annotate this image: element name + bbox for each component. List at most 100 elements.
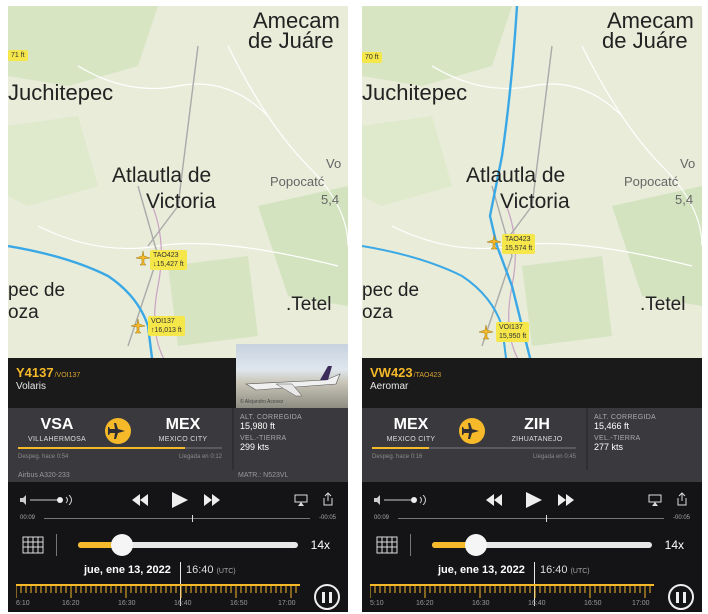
altitude-value: 15,980 ft bbox=[240, 421, 276, 431]
plane-label-tao423[interactable]: TAO423 ↓15,427 ft bbox=[150, 250, 187, 270]
airplane-icon bbox=[459, 418, 485, 444]
arrival-time: Llegada en 0:45 bbox=[532, 454, 576, 460]
airplane-icon[interactable] bbox=[478, 324, 494, 340]
share-icon[interactable] bbox=[676, 492, 688, 506]
flight-map[interactable]: Amecam de Juáre Juchitepec Atlautla de V… bbox=[8, 6, 348, 366]
aircraft-photo[interactable]: © Alejandro Acevez bbox=[236, 344, 348, 408]
map-label-victoria: Victoria bbox=[146, 190, 216, 213]
timeline[interactable]: 5:10 16:20 16:30 16:40 16:50 17:00 bbox=[370, 582, 654, 610]
rewind-icon[interactable] bbox=[132, 494, 148, 506]
callsign-bar[interactable]: VW423/TAO423 Aeromar bbox=[362, 358, 702, 408]
map-label-juchitepec: Juchitepec bbox=[362, 80, 468, 105]
timeline-tick-label: 6:10 bbox=[16, 600, 30, 607]
speed-row: 14x bbox=[18, 532, 338, 560]
rewind-icon[interactable] bbox=[486, 494, 502, 506]
speed-multiplier: 14x bbox=[310, 538, 330, 552]
altitude-label: ALT. CORREGIDA bbox=[240, 414, 303, 421]
edge-plane-tag[interactable]: 70 ft bbox=[362, 52, 382, 63]
plane-label-voi137[interactable]: VOI137 15,950 ft bbox=[496, 322, 530, 342]
date-row: jue, ene 13, 2022 16:40 (UTC) bbox=[8, 564, 348, 580]
map-label-popocatepetl: Popocatć bbox=[624, 174, 679, 189]
flight-progress-fill bbox=[18, 447, 186, 449]
aircraft-info-row[interactable]: Airbus A320-233 MATR.: N523VL bbox=[8, 470, 348, 482]
airplane-icon[interactable] bbox=[486, 234, 502, 250]
speed-slider-knob[interactable] bbox=[465, 534, 487, 556]
speed-slider-knob[interactable] bbox=[111, 534, 133, 556]
elapsed-time: 00:09 bbox=[20, 515, 36, 521]
map-label-pec: pec de bbox=[362, 280, 420, 301]
pause-icon bbox=[676, 592, 679, 603]
remaining-time: -00:05 bbox=[318, 515, 336, 521]
playback-time: 16:40 (UTC) bbox=[540, 564, 590, 576]
grid-icon[interactable] bbox=[22, 536, 44, 554]
departed-time: Despeg. hace 0:16 bbox=[372, 454, 423, 460]
volume-slider[interactable] bbox=[374, 495, 434, 505]
fast-forward-icon[interactable] bbox=[204, 494, 220, 506]
timeline-tick-label: 17:00 bbox=[278, 600, 296, 607]
timeline-ticks bbox=[370, 586, 651, 598]
edge-plane-tag[interactable]: 71 ft bbox=[8, 50, 28, 61]
fast-forward-icon[interactable] bbox=[558, 494, 574, 506]
flight-progress-fill bbox=[372, 447, 430, 449]
time-scrubber[interactable]: 00:09 -00:05 bbox=[374, 515, 690, 527]
map-label-juarez: de Juáre bbox=[602, 28, 688, 53]
aircraft-info-row[interactable] bbox=[362, 470, 702, 482]
pause-icon bbox=[683, 592, 686, 603]
playback-controls: 00:09 -00:05 14x jue, ene 13, 2022 16:40… bbox=[362, 482, 702, 612]
origin-airport: MEX MEXICO CITY bbox=[386, 416, 436, 443]
destination-airport: ZIH ZIHUATANEJO bbox=[511, 416, 563, 443]
flight-panel: Y4137/VOI137 Volaris © Alejandro Acevez … bbox=[8, 344, 348, 612]
airplane-icon[interactable] bbox=[130, 318, 146, 334]
speed-row: 14x bbox=[372, 532, 692, 560]
remaining-time: -00:05 bbox=[672, 515, 690, 521]
callsign: VW423/TAO423 bbox=[370, 365, 442, 380]
time-scrubber[interactable]: 00:09 -00:05 bbox=[20, 515, 336, 527]
play-icon[interactable] bbox=[172, 492, 188, 508]
plane-label-voi137[interactable]: VOI137 ↑16,013 ft bbox=[148, 316, 185, 336]
timeline-tick-label: 16:40 bbox=[528, 600, 546, 607]
grid-icon[interactable] bbox=[376, 536, 398, 554]
timeline-tick-label: 16:50 bbox=[230, 600, 248, 607]
scrubber-marker bbox=[546, 515, 547, 522]
origin-airport: VSA VILLAHERMOSA bbox=[27, 416, 87, 443]
flight-stats[interactable]: ALT. CORREGIDA 15,466 ft VEL.-TIERRA 277… bbox=[588, 408, 702, 470]
destination-airport: MEX MEXICO CITY bbox=[158, 416, 208, 443]
share-icon[interactable] bbox=[322, 492, 334, 506]
map-label-oza: oza bbox=[362, 302, 393, 323]
map-label-elevation: 5,4 bbox=[675, 192, 694, 207]
route-info[interactable]: MEX MEXICO CITY ZIH ZIHUATANEJO Despeg. … bbox=[362, 408, 586, 470]
phone-screenshot-left: Amecam de Juáre Juchitepec Atlautla de V… bbox=[8, 6, 348, 612]
play-icon[interactable] bbox=[526, 492, 542, 508]
scrubber-track bbox=[44, 518, 310, 519]
speed-value: 299 kts bbox=[240, 442, 270, 452]
timeline-ticks bbox=[16, 586, 297, 598]
timeline-tick-label: 5:10 bbox=[370, 600, 384, 607]
flight-stats[interactable]: ALT. CORREGIDA 15,980 ft VEL.-TIERRA 299… bbox=[234, 408, 348, 470]
airline-name: Aeromar bbox=[370, 381, 409, 392]
elapsed-time: 00:09 bbox=[374, 515, 390, 521]
altitude-label: ALT. CORREGIDA bbox=[594, 414, 657, 421]
airplay-icon[interactable] bbox=[294, 494, 308, 506]
airplay-icon[interactable] bbox=[648, 494, 662, 506]
playback-time: 16:40 (UTC) bbox=[186, 564, 236, 576]
phone-screenshot-right: Amecam de Juáre Juchitepec Atlautla de V… bbox=[362, 6, 702, 612]
timeline[interactable]: 6:10 16:20 16:30 16:40 16:50 17:00 bbox=[16, 582, 300, 610]
route-info[interactable]: VSA VILLAHERMOSA MEX MEXICO CITY Despeg.… bbox=[8, 408, 232, 470]
callsign-bar[interactable]: Y4137/VOI137 Volaris © Alejandro Acevez bbox=[8, 344, 348, 408]
timeline-tick-label: 17:00 bbox=[632, 600, 650, 607]
pause-button[interactable] bbox=[668, 584, 694, 610]
divider bbox=[56, 534, 57, 556]
callsign: Y4137/VOI137 bbox=[16, 365, 81, 380]
playback-date: jue, ene 13, 2022 bbox=[438, 564, 525, 576]
map-label-elevation: 5,4 bbox=[321, 192, 340, 207]
volume-slider[interactable] bbox=[20, 495, 80, 505]
timeline-tick-label: 16:20 bbox=[62, 600, 80, 607]
map-label-atlautla: Atlautla de bbox=[466, 164, 566, 187]
airplane-icon[interactable] bbox=[135, 250, 151, 266]
plane-label-tao423[interactable]: TAO423 15,574 ft bbox=[502, 234, 536, 254]
flight-map[interactable]: Amecam de Juáre Juchitepec Atlautla de V… bbox=[362, 6, 702, 366]
pause-button[interactable] bbox=[314, 584, 340, 610]
timeline-tick-label: 16:30 bbox=[472, 600, 490, 607]
aircraft-type: Airbus A320-233 bbox=[18, 472, 70, 479]
photo-credit: © Alejandro Acevez bbox=[240, 399, 284, 405]
